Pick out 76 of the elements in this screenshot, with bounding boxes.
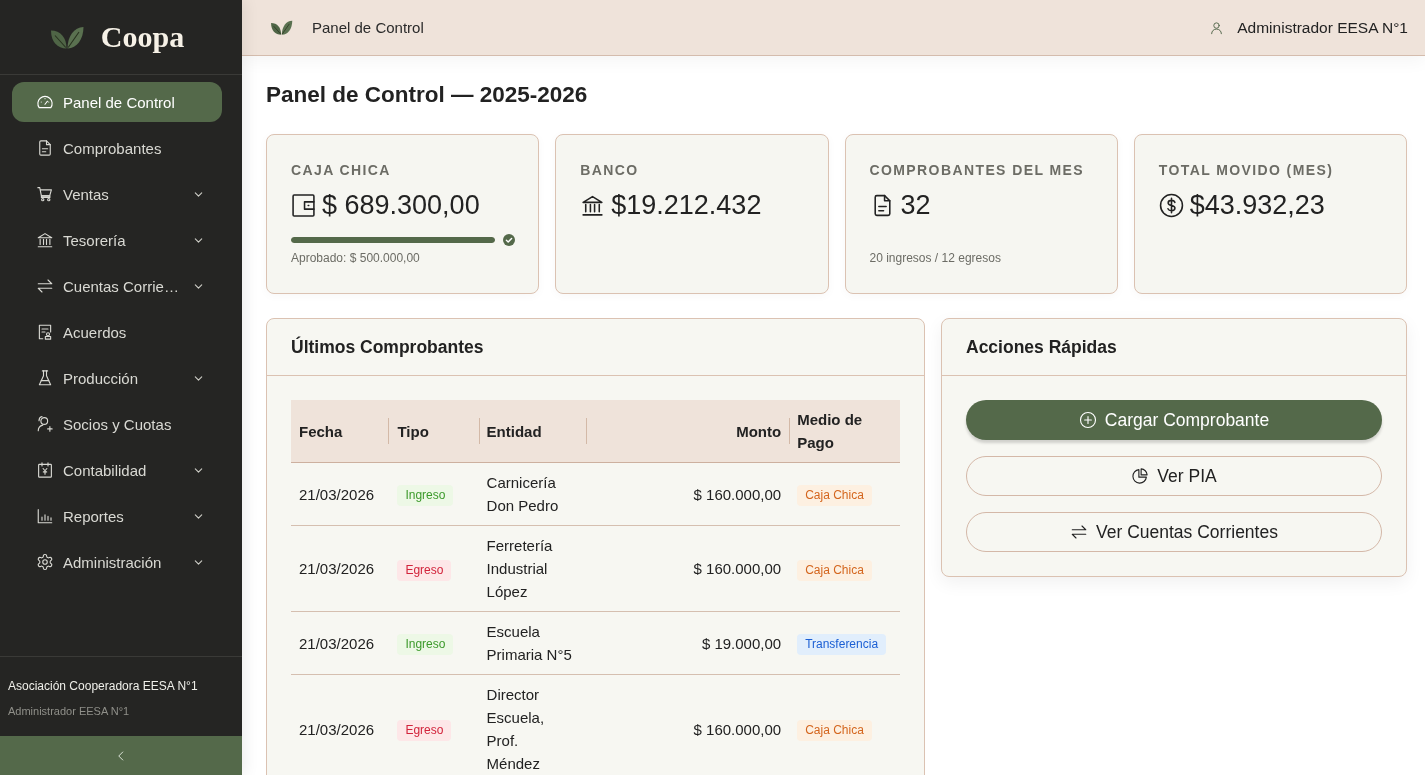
wallet-icon <box>291 192 316 218</box>
table-cell: 21/03/2026 <box>291 674 389 775</box>
user-icon <box>1210 20 1224 35</box>
table-cell: $ 160.000,00 <box>585 674 790 775</box>
cart-icon <box>36 185 54 203</box>
table-cell: $ 19.000,00 <box>585 611 790 675</box>
gauge-icon <box>36 93 54 111</box>
type-tag: Ingreso <box>397 634 454 655</box>
sidebar-item[interactable]: Socios y Cuotas <box>12 404 222 444</box>
sidebar-item[interactable]: Ventas <box>12 174 222 214</box>
collapse-sidebar-button[interactable] <box>0 736 242 775</box>
quick-action-button[interactable]: Ver PIA <box>966 456 1382 496</box>
stat-note: 20 ingresos / 12 egresos <box>869 251 1002 266</box>
table-cell: Ferretería Industrial López <box>478 525 586 612</box>
page-title: Panel de Control — 2025-2026 <box>266 81 589 109</box>
stat-label: BANCO <box>580 161 640 179</box>
calendar-icon <box>36 461 54 479</box>
table-cell: Director Escuela, Prof. Méndez <box>478 674 586 775</box>
payment-method-tag: Caja Chica <box>797 485 872 506</box>
payment-method-tag: Caja Chica <box>797 559 872 581</box>
flask-icon <box>36 369 54 387</box>
leaf-logo-icon <box>270 20 293 35</box>
user-plus-icon <box>36 415 54 433</box>
type-tag: Ingreso <box>397 485 454 506</box>
plus-circle-icon <box>1078 411 1097 429</box>
user-role: Administrador EESA N°1 <box>8 704 131 718</box>
sidebar-item[interactable]: Cuentas Corrie… <box>12 266 222 306</box>
document-icon <box>36 139 54 157</box>
stat-label: COMPROBANTES DEL MES <box>869 161 1085 179</box>
clipboard-icon <box>36 323 54 341</box>
pie-chart-icon <box>1131 467 1150 485</box>
column-header: Monto <box>585 400 790 463</box>
organization-name: Asociación Cooperadora EESA N°1 <box>8 679 199 694</box>
quick-action-button[interactable]: Cargar Comprobante <box>966 400 1382 440</box>
table-cell: 21/03/2026 <box>291 525 389 612</box>
stat-value: $19.212.432 <box>611 189 762 221</box>
quick-action-button[interactable]: Ver Cuentas Corrientes <box>966 512 1382 552</box>
panel-title: Últimos Comprobantes <box>291 336 484 358</box>
leaf-logo-icon <box>49 25 84 49</box>
sidebar-item[interactable]: Comprobantes <box>12 128 222 168</box>
stat-value: $ 689.300,00 <box>322 189 480 221</box>
sidebar-item[interactable]: Contabilidad <box>12 450 222 490</box>
sidebar-item[interactable]: Tesorería <box>12 220 222 260</box>
check-circle-icon <box>503 234 516 246</box>
table-cell: 21/03/2026 <box>291 462 389 526</box>
stat-value: 32 <box>900 189 931 221</box>
sidebar-item[interactable]: Reportes <box>12 496 222 536</box>
payment-method-tag: Transferencia <box>797 634 887 655</box>
table-cell: 21/03/2026 <box>291 611 389 675</box>
table-cell: $ 160.000,00 <box>585 525 790 612</box>
table-cell: $ 160.000,00 <box>585 462 790 526</box>
payment-method-tag: Caja Chica <box>797 720 872 741</box>
stat-value: $43.932,23 <box>1189 189 1325 221</box>
table-cell: Carnicería Don Pedro <box>478 462 586 526</box>
column-header: Entidad <box>478 400 586 463</box>
sidebar-item[interactable]: Acuerdos <box>12 312 222 352</box>
sidebar-item[interactable]: Administración <box>12 542 222 582</box>
stat-label: TOTAL MOVIDO (MES) <box>1158 161 1335 179</box>
brand-name: Coopa <box>100 19 185 55</box>
settings-icon <box>36 553 54 571</box>
type-tag: Egreso <box>397 559 452 581</box>
header-title: Panel de Control <box>312 19 424 36</box>
user-name: Administrador EESA N°1 <box>1237 18 1408 37</box>
stat-label: CAJA CHICA <box>291 161 392 179</box>
column-header: Tipo <box>388 400 479 463</box>
sidebar-item[interactable]: Panel de Control <box>12 82 222 122</box>
column-header: Medio de Pago <box>789 400 900 463</box>
stat-note: Aprobado: $ 500.000,00 <box>291 251 421 266</box>
dollar-circle-icon <box>1158 192 1184 218</box>
sidebar-item[interactable]: Producción <box>12 358 222 398</box>
table-cell: Escuela Primaria N°5 <box>478 611 586 675</box>
panel-title: Acciones Rápidas <box>966 336 1117 358</box>
column-header: Fecha <box>291 400 389 463</box>
bank-icon <box>36 231 54 249</box>
type-tag: Egreso <box>397 720 452 741</box>
bar-chart-icon <box>36 507 54 525</box>
